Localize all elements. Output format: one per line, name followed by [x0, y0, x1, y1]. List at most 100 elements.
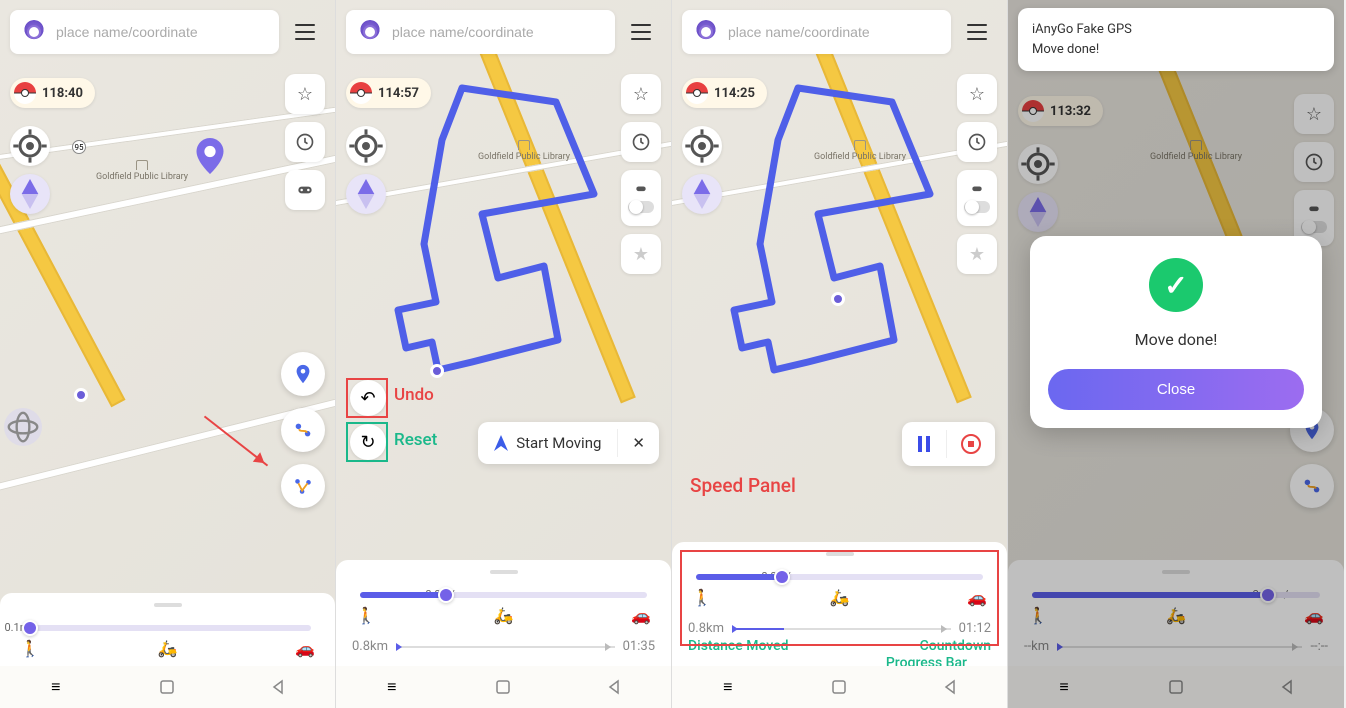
road-highway	[0, 64, 125, 407]
bike-icon: 🛵	[830, 588, 850, 607]
right-button-column: ☆ ★	[621, 74, 661, 274]
app-logo-icon	[358, 20, 382, 44]
speed-mode-icons: 🚶🛵🚗	[1028, 606, 1324, 625]
route-start-dot	[430, 364, 444, 378]
favorite-button[interactable]: ☆	[621, 74, 661, 114]
timer-value: 114:57	[378, 86, 419, 101]
toggle-switch[interactable]	[628, 201, 654, 213]
star-disabled-button[interactable]: ★	[621, 234, 661, 274]
joystick-button[interactable]	[285, 170, 325, 210]
locate-button[interactable]	[10, 126, 50, 166]
rotate-3d-button[interactable]	[4, 408, 42, 446]
menu-button[interactable]	[621, 10, 661, 54]
two-spot-mode-button[interactable]	[281, 408, 325, 452]
favorite-button: ☆	[1294, 94, 1334, 134]
two-spot-mode-button	[1290, 464, 1334, 508]
speed-slider[interactable]	[360, 592, 647, 598]
recent-apps-button[interactable]: ≡	[383, 678, 401, 696]
locate-button[interactable]	[346, 126, 386, 166]
close-button[interactable]: ✕	[618, 422, 659, 464]
progress-bar	[1057, 646, 1302, 648]
home-button[interactable]	[1167, 678, 1185, 696]
compass-button[interactable]	[10, 174, 50, 214]
slider-thumb[interactable]	[774, 569, 790, 585]
sheet-handle[interactable]	[490, 570, 518, 574]
distance-value: 0.8km	[688, 621, 724, 636]
recent-apps-button[interactable]: ≡	[1055, 678, 1073, 696]
start-moving-button[interactable]: Start Moving	[478, 422, 617, 464]
distance-value: --km	[1024, 639, 1049, 654]
notification-toast[interactable]: iAnyGo Fake GPS Move done!	[1018, 8, 1334, 71]
favorite-button[interactable]: ☆	[285, 74, 325, 114]
countdown-value: --:--	[1310, 639, 1328, 654]
toast-body: Move done!	[1032, 40, 1320, 60]
progress-row: 0.8km 01:12	[688, 621, 991, 636]
favorite-button[interactable]: ☆	[957, 74, 997, 114]
joystick-toggle-button[interactable]	[957, 170, 997, 226]
speed-sheet: 0.1m/s 🚶 🛵 🚗	[0, 593, 335, 666]
bike-icon: 🛵	[494, 606, 514, 625]
completion-modal: ✓ Move done! Close	[1030, 236, 1322, 428]
distance-value: 0.8km	[352, 639, 388, 654]
start-moving-label: Start Moving	[516, 434, 601, 452]
search-input[interactable]	[728, 24, 939, 40]
menu-button[interactable]	[285, 10, 325, 54]
poi-library: Goldfield Public Library	[1150, 140, 1242, 163]
start-moving-bar: Start Moving ✕	[478, 422, 659, 464]
toggle-switch[interactable]	[964, 201, 990, 213]
walk-icon: 🚶	[20, 639, 40, 658]
search-input[interactable]	[56, 24, 267, 40]
compass-button[interactable]	[682, 174, 722, 214]
countdown-value: 01:35	[623, 639, 655, 654]
sheet-handle[interactable]	[154, 603, 182, 607]
multi-spot-mode-button[interactable]	[281, 464, 325, 508]
home-button[interactable]	[830, 678, 848, 696]
recent-apps-button[interactable]: ≡	[719, 678, 737, 696]
speed-mode-icons: 🚶 🛵 🚗	[20, 639, 315, 658]
star-disabled-button[interactable]: ★	[957, 234, 997, 274]
location-pin	[196, 138, 224, 174]
pokeball-icon	[350, 82, 372, 104]
undo-button[interactable]: ↶	[350, 380, 386, 416]
slider-thumb	[1260, 587, 1276, 603]
speed-slider[interactable]	[696, 574, 983, 580]
menu-button[interactable]	[957, 10, 997, 54]
history-button[interactable]	[621, 122, 661, 162]
current-position-dot	[831, 292, 845, 306]
home-button[interactable]	[494, 678, 512, 696]
progress-row: --km --:--	[1024, 639, 1328, 654]
back-button[interactable]	[270, 678, 288, 696]
home-button[interactable]	[158, 678, 176, 696]
reset-button[interactable]: ↻	[350, 424, 386, 460]
slider-thumb[interactable]	[438, 587, 454, 603]
locate-button[interactable]	[682, 126, 722, 166]
close-button[interactable]: Close	[1048, 369, 1304, 410]
back-button[interactable]	[1279, 678, 1297, 696]
right-button-column: ☆	[285, 74, 325, 210]
slider-thumb[interactable]	[22, 620, 38, 636]
right-button-column: ☆ ★	[957, 74, 997, 274]
search-input[interactable]	[392, 24, 603, 40]
joystick-toggle-button[interactable]	[621, 170, 661, 226]
annotation-countdown: Countdown	[920, 638, 991, 654]
speed-mode-icons: 🚶🛵🚗	[356, 606, 651, 625]
right-button-column: ☆	[1294, 94, 1334, 246]
progress-bar	[396, 646, 615, 648]
progress-row: 0.8km 01:35	[352, 639, 655, 654]
recent-apps-button[interactable]: ≡	[47, 678, 65, 696]
speed-slider	[1032, 592, 1320, 598]
pause-button[interactable]	[902, 423, 946, 465]
sheet-handle[interactable]	[826, 552, 854, 556]
back-button[interactable]	[942, 678, 960, 696]
system-nav-bar: ≡	[672, 666, 1007, 708]
stop-button[interactable]	[947, 422, 995, 466]
speed-slider[interactable]	[24, 625, 311, 631]
cooldown-timer: 114:25	[682, 78, 767, 108]
compass-button[interactable]	[346, 174, 386, 214]
history-button[interactable]	[957, 122, 997, 162]
teleport-mode-button[interactable]	[281, 352, 325, 396]
history-button[interactable]	[285, 122, 325, 162]
back-button[interactable]	[606, 678, 624, 696]
countdown-value: 01:12	[959, 621, 991, 636]
system-nav-bar: ≡	[0, 666, 335, 708]
